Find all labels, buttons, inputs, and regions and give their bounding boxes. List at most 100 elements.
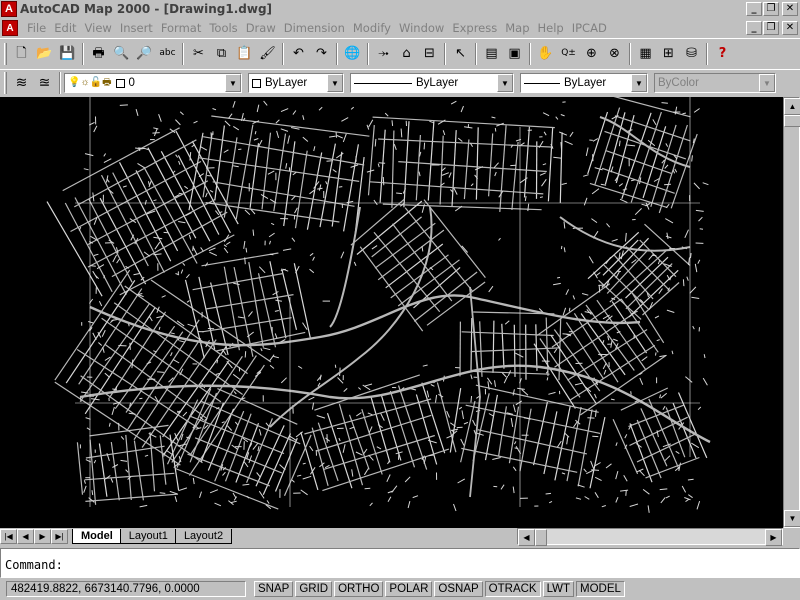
scroll-left-icon[interactable]: ◀ [518, 529, 535, 546]
print-preview-icon[interactable]: 🔍 [110, 43, 133, 65]
building-tick [369, 502, 373, 507]
lwt-toggle[interactable]: LWT [542, 581, 575, 597]
menu-view[interactable]: View [82, 21, 117, 35]
hyperlink-icon[interactable]: 🌐 [341, 43, 364, 65]
doc-close-button[interactable]: ✕ [782, 21, 798, 35]
doc-minimize-button[interactable]: _ [746, 21, 762, 35]
otrack-toggle[interactable]: OTRACK [484, 581, 541, 597]
views-icon[interactable]: ▣ [503, 43, 526, 65]
menu-edit[interactable]: Edit [51, 21, 81, 35]
find-icon[interactable]: 🔎 [133, 43, 156, 65]
measure-icon[interactable]: ⊟ [418, 43, 441, 65]
vertical-scrollbar[interactable]: ▲ ▼ [783, 97, 800, 528]
paste-icon[interactable]: 📋 [233, 43, 256, 65]
pick-icon[interactable]: ↖ [449, 43, 472, 65]
horizontal-scroll-track[interactable] [535, 529, 765, 546]
building-tick [93, 125, 98, 133]
building-tick [460, 438, 465, 446]
save-icon[interactable]: 💾 [56, 43, 79, 65]
undo-icon[interactable]: ↶ [287, 43, 310, 65]
menu-help[interactable]: Help [535, 21, 569, 35]
copy-icon[interactable]: ⧉ [210, 43, 233, 65]
separator [282, 42, 284, 65]
scroll-right-icon[interactable]: ▶ [765, 529, 782, 546]
minimize-button[interactable]: _ [746, 2, 762, 16]
named-views-icon[interactable]: ▤ [480, 43, 503, 65]
menu-file[interactable]: File [24, 21, 51, 35]
chevron-down-icon[interactable]: ▼ [327, 74, 343, 92]
toolbar-grip[interactable] [4, 72, 7, 94]
open-icon[interactable]: 📂 [33, 43, 56, 65]
menu-insert[interactable]: Insert [117, 21, 158, 35]
linetype-dropdown[interactable]: ByLayer ▼ [350, 73, 514, 93]
chevron-down-icon[interactable]: ▼ [225, 74, 241, 92]
menu-draw[interactable]: Draw [243, 21, 281, 35]
next-tab-icon[interactable]: ▶ [34, 529, 51, 544]
ortho-toggle[interactable]: ORTHO [334, 581, 384, 597]
help-icon[interactable]: ? [711, 43, 734, 65]
coordinate-display[interactable]: 482419.8822, 6673140.7796, 0.0000 [6, 581, 246, 597]
match-properties-icon[interactable]: 🖌 [256, 43, 279, 65]
chevron-down-icon[interactable]: ▼ [631, 74, 647, 92]
model-toggle[interactable]: MODEL [576, 581, 625, 597]
autocad-app-icon[interactable]: A [1, 1, 17, 17]
drawing-canvas[interactable] [0, 97, 783, 528]
zoom-realtime-icon[interactable]: Q± [557, 43, 580, 65]
zoom-previous-icon[interactable]: ⊗ [603, 43, 626, 65]
building-tick [602, 362, 607, 370]
menu-format[interactable]: Format [158, 21, 207, 35]
close-button[interactable]: ✕ [782, 2, 798, 16]
tab-layout1[interactable]: Layout1 [119, 529, 177, 544]
menu-ipcad[interactable]: IPCAD [569, 21, 612, 35]
toolbar-grip[interactable] [4, 42, 7, 65]
new-icon[interactable]: 🗋 [10, 43, 33, 65]
grid-toggle[interactable]: GRID [295, 581, 333, 597]
tab-model[interactable]: Model [72, 529, 122, 544]
first-tab-icon[interactable]: |◀ [0, 529, 17, 544]
lineweight-dropdown[interactable]: ByLayer ▼ [520, 73, 648, 93]
redo-icon[interactable]: ↷ [310, 43, 333, 65]
menu-dimension[interactable]: Dimension [281, 21, 350, 35]
doc-restore-button[interactable]: ❐ [763, 21, 779, 35]
ucs-icon[interactable]: ⌂ [395, 43, 418, 65]
last-tab-icon[interactable]: ▶| [51, 529, 68, 544]
command-window[interactable]: Command: [0, 548, 800, 578]
color-dropdown[interactable]: ByLayer ▼ [248, 73, 344, 93]
horizontal-scrollbar[interactable]: ◀ ▶ [517, 528, 783, 546]
zoom-window-icon[interactable]: ⊕ [580, 43, 603, 65]
pan-icon[interactable]: ✋ [534, 43, 557, 65]
scroll-up-icon[interactable]: ▲ [784, 98, 800, 115]
design-center-icon[interactable]: ⊞ [657, 43, 680, 65]
dbconnect-icon[interactable]: ⛁ [680, 43, 703, 65]
building-tick [566, 436, 569, 445]
make-object-layer-current-icon[interactable]: ≊ [33, 72, 56, 94]
menu-map[interactable]: Map [502, 21, 534, 35]
prev-tab-icon[interactable]: ◀ [17, 529, 34, 544]
spelling-icon[interactable]: abc [156, 43, 179, 65]
menu-express[interactable]: Express [449, 21, 502, 35]
restore-button[interactable]: ❐ [763, 2, 779, 16]
tab-layout2[interactable]: Layout2 [174, 529, 233, 544]
layers-icon[interactable]: ≋ [10, 72, 33, 94]
street-line [317, 422, 339, 482]
street-line [605, 150, 672, 174]
layer-dropdown[interactable]: 💡☼🔓🖶 0 ▼ [64, 73, 242, 93]
document-icon[interactable]: A [2, 20, 18, 36]
chevron-down-icon[interactable]: ▼ [497, 74, 513, 92]
building-tick [302, 136, 309, 142]
print-icon[interactable]: 🖶 [87, 43, 110, 65]
building-tick [343, 388, 348, 392]
snap-toggle[interactable]: SNAP [254, 581, 294, 597]
vertical-scroll-thumb[interactable] [784, 115, 800, 127]
osnap-toggle[interactable]: OSNAP [434, 581, 483, 597]
menu-modify[interactable]: Modify [350, 21, 396, 35]
building-tick [158, 114, 162, 122]
horizontal-scroll-thumb[interactable] [535, 529, 547, 546]
polar-toggle[interactable]: POLAR [385, 581, 433, 597]
menu-window[interactable]: Window [396, 21, 449, 35]
menu-tools[interactable]: Tools [206, 21, 242, 35]
properties-icon[interactable]: ▦ [634, 43, 657, 65]
scroll-down-icon[interactable]: ▼ [784, 510, 800, 527]
cut-icon[interactable]: ✂ [187, 43, 210, 65]
tracking-icon[interactable]: ⤞ [372, 43, 395, 65]
